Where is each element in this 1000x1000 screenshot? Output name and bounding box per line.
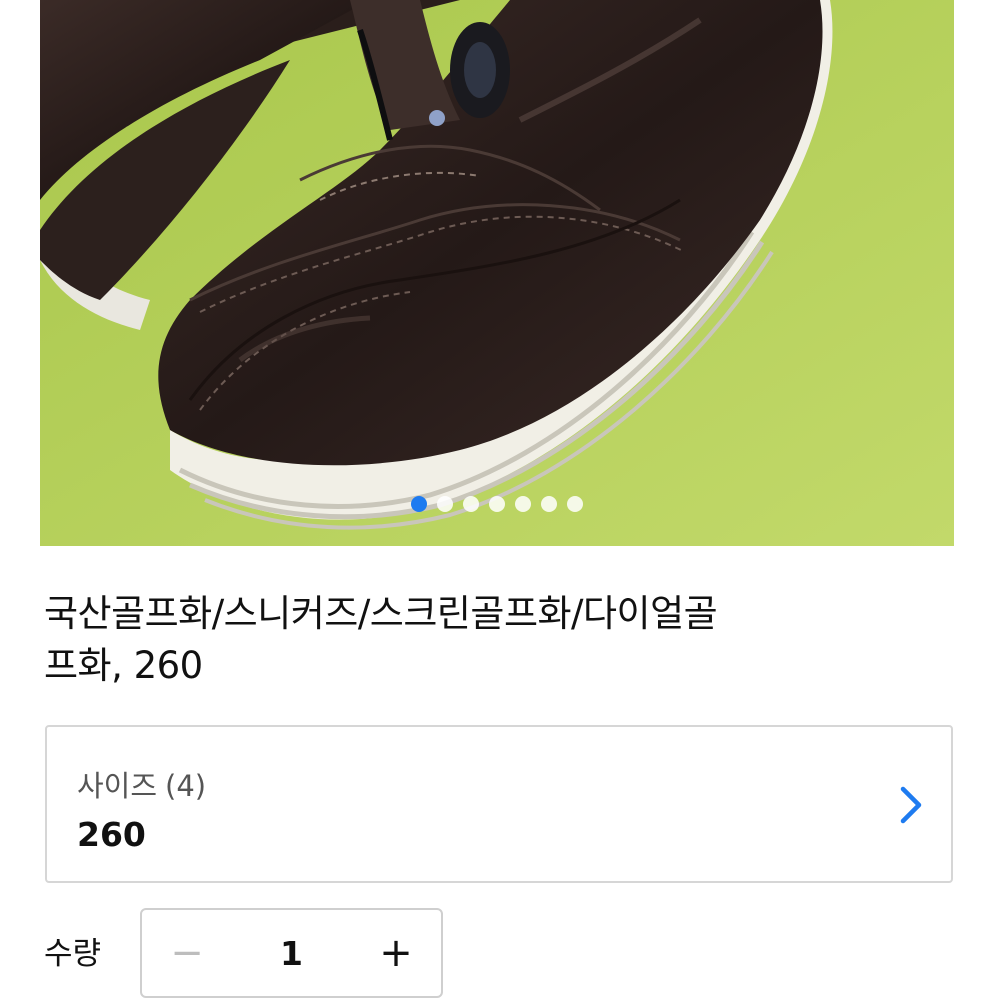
carousel-dot-6[interactable] bbox=[541, 496, 557, 512]
product-image bbox=[40, 0, 954, 546]
quantity-value[interactable]: 1 bbox=[232, 910, 351, 996]
product-image-carousel[interactable] bbox=[40, 0, 954, 546]
product-title-line-2: 프화, 260 bbox=[44, 644, 203, 687]
option-selected-value: 260 bbox=[77, 815, 146, 854]
carousel-dot-3[interactable] bbox=[463, 496, 479, 512]
decrease-quantity-button[interactable]: − bbox=[142, 910, 232, 996]
option-label: 사이즈 bbox=[77, 769, 158, 803]
quantity-stepper: − 1 + bbox=[140, 908, 443, 998]
product-detail-page: 국산골프화/스니커즈/스크린골프화/다이얼골 프화, 260 사이즈 (4) 26… bbox=[0, 0, 1000, 1000]
chevron-right-icon bbox=[900, 786, 922, 824]
option-label-row: 사이즈 (4) bbox=[77, 763, 206, 805]
carousel-pagination bbox=[40, 496, 954, 514]
product-title: 국산골프화/스니커즈/스크린골프화/다이얼골 프화, 260 bbox=[44, 588, 944, 692]
carousel-dot-7[interactable] bbox=[567, 496, 583, 512]
carousel-dot-2[interactable] bbox=[437, 496, 453, 512]
carousel-dot-5[interactable] bbox=[515, 496, 531, 512]
carousel-dot-4[interactable] bbox=[489, 496, 505, 512]
product-title-line-1: 국산골프화/스니커즈/스크린골프화/다이얼골 bbox=[44, 592, 718, 635]
carousel-dot-1[interactable] bbox=[411, 496, 427, 512]
quantity-label: 수량 bbox=[44, 936, 102, 972]
increase-quantity-button[interactable]: + bbox=[351, 910, 441, 996]
size-option-selector[interactable]: 사이즈 (4) 260 bbox=[45, 725, 953, 883]
option-count: (4) bbox=[165, 769, 207, 803]
